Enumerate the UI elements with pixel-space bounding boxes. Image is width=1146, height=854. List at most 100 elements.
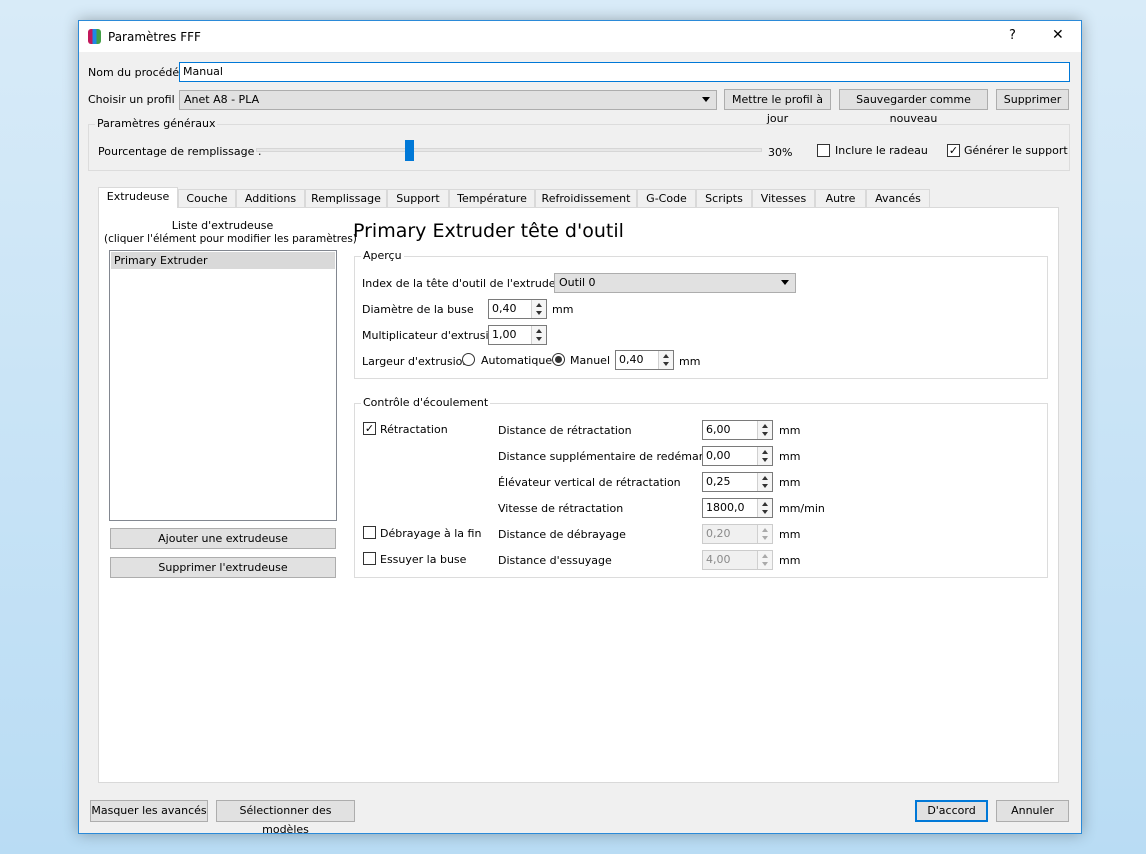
flow-row-spinbox[interactable]: 0,20 xyxy=(702,524,773,544)
flow-row-spinbox[interactable]: 6,00 xyxy=(702,420,773,440)
nozzle-unit: mm xyxy=(552,303,574,316)
cancel-button[interactable]: Annuler xyxy=(996,800,1069,822)
flow-row-spinbox[interactable]: 0,25 xyxy=(702,472,773,492)
spin-arrows-icon[interactable] xyxy=(757,525,772,543)
manual-label: Manuel xyxy=(570,354,610,367)
select-models-button[interactable]: Sélectionner des modèles xyxy=(216,800,355,836)
infill-slider-handle[interactable] xyxy=(405,140,414,161)
title-bar: Paramètres FFF ? ✕ xyxy=(79,21,1081,52)
process-name-label: Nom du procédé : xyxy=(88,66,187,79)
spin-arrows-icon[interactable] xyxy=(658,351,673,369)
infill-value: 30% xyxy=(768,146,793,159)
retraction-checkbox[interactable]: ✓ xyxy=(363,422,376,435)
tab-avances[interactable]: Avancés xyxy=(866,189,930,208)
flow-control-group: Contrôle d'écoulement xyxy=(354,396,1048,578)
flow-row-spinbox[interactable]: 4,00 xyxy=(702,550,773,570)
extruder-list-hint: (cliquer l'élément pour modifier les par… xyxy=(104,233,357,245)
infill-label: Pourcentage de remplissage : xyxy=(98,145,262,158)
auto-radio[interactable] xyxy=(462,353,475,366)
wipe-checkbox[interactable] xyxy=(363,552,376,565)
close-icon[interactable]: ✕ xyxy=(1052,27,1064,43)
flow-row-value: 0,25 xyxy=(706,475,731,488)
nozzle-spinbox[interactable]: 0,40 xyxy=(488,299,547,319)
chevron-down-icon xyxy=(702,97,710,102)
multiplier-value: 1,00 xyxy=(492,328,517,341)
spin-arrows-icon[interactable] xyxy=(757,473,772,491)
tab-extrudeuse[interactable]: Extrudeuse xyxy=(98,187,178,208)
remove-extruder-button[interactable]: Supprimer l'extrudeuse xyxy=(110,557,336,578)
multiplier-label: Multiplicateur d'extrusion xyxy=(362,329,503,342)
spin-arrows-icon[interactable] xyxy=(531,326,546,344)
flow-row-value: 4,00 xyxy=(706,553,731,566)
tab-support[interactable]: Support xyxy=(387,189,449,208)
list-item[interactable]: Primary Extruder xyxy=(111,252,335,269)
extruder-list-header: Liste d'extrudeuse xyxy=(171,219,274,232)
flow-row-label: Vitesse de rétractation xyxy=(498,502,624,515)
flow-row-label: Distance de rétractation xyxy=(498,424,632,437)
process-name-input[interactable]: Manual xyxy=(179,62,1070,82)
flow-row-spinbox[interactable]: 1800,0 xyxy=(702,498,773,518)
manual-radio[interactable] xyxy=(552,353,565,366)
chevron-down-icon xyxy=(781,280,789,285)
spin-arrows-icon[interactable] xyxy=(757,551,772,569)
width-value: 0,40 xyxy=(619,353,644,366)
tab-additions[interactable]: Additions xyxy=(236,189,305,208)
flow-row-label: Élévateur vertical de rétractation xyxy=(498,476,681,489)
general-settings-title: Paramètres généraux xyxy=(95,117,218,130)
tab-vitesses[interactable]: Vitesses xyxy=(752,189,815,208)
nozzle-label: Diamètre de la buse xyxy=(362,303,474,316)
width-spinbox[interactable]: 0,40 xyxy=(615,350,674,370)
toolhead-label: Index de la tête d'outil de l'extrudeuse xyxy=(362,277,576,290)
tab-temperature[interactable]: Température xyxy=(449,189,535,208)
flow-row-unit: mm xyxy=(779,450,801,463)
infill-slider[interactable] xyxy=(256,148,762,152)
ok-button[interactable]: D'accord xyxy=(915,800,988,822)
flow-row-unit: mm xyxy=(779,424,801,437)
extruder-list[interactable]: Primary Extruder xyxy=(109,250,337,521)
coast-label: Débrayage à la fin xyxy=(380,527,482,540)
tab-couche[interactable]: Couche xyxy=(178,189,236,208)
flow-row-value: 1800,0 xyxy=(706,501,745,514)
flow-row-label: Distance d'essuyage xyxy=(498,554,612,567)
spin-arrows-icon[interactable] xyxy=(757,499,772,517)
flow-row-label: Distance supplémentaire de redémarrage xyxy=(498,450,729,463)
profile-label: Choisir un profil : xyxy=(88,93,182,106)
spin-arrows-icon[interactable] xyxy=(757,421,772,439)
save-as-new-button[interactable]: Sauvegarder comme nouveau xyxy=(839,89,988,125)
flow-row-value: 0,20 xyxy=(706,527,731,540)
app-icon xyxy=(88,29,101,44)
tab-gcode[interactable]: G-Code xyxy=(637,189,696,208)
flow-row-unit: mm/min xyxy=(779,502,825,515)
tab-autre[interactable]: Autre xyxy=(815,189,866,208)
help-button[interactable]: ? xyxy=(1009,28,1016,43)
retraction-label: Rétractation xyxy=(380,423,448,436)
flow-row-spinbox[interactable]: 0,00 xyxy=(702,446,773,466)
spin-arrows-icon[interactable] xyxy=(757,447,772,465)
flow-control-title: Contrôle d'écoulement xyxy=(361,396,491,409)
delete-profile-button[interactable]: Supprimer xyxy=(996,89,1069,110)
flow-row-value: 6,00 xyxy=(706,423,731,436)
profile-value: Anet A8 - PLA xyxy=(184,93,260,106)
tab-refroidissement[interactable]: Refroidissement xyxy=(535,189,637,208)
width-unit: mm xyxy=(679,355,701,368)
support-checkbox[interactable]: ✓ xyxy=(947,144,960,157)
tab-scripts[interactable]: Scripts xyxy=(696,189,752,208)
flow-row-unit: mm xyxy=(779,528,801,541)
width-label: Largeur d'extrusion xyxy=(362,355,470,368)
spin-arrows-icon[interactable] xyxy=(531,300,546,318)
tab-remplissage[interactable]: Remplissage xyxy=(305,189,387,208)
multiplier-spinbox[interactable]: 1,00 xyxy=(488,325,547,345)
raft-checkbox[interactable] xyxy=(817,144,830,157)
flow-row-unit: mm xyxy=(779,476,801,489)
wipe-label: Essuyer la buse xyxy=(380,553,467,566)
update-profile-button[interactable]: Mettre le profil à jour xyxy=(724,89,831,125)
nozzle-value: 0,40 xyxy=(492,302,517,315)
toolhead-select[interactable]: Outil 0 xyxy=(554,273,796,293)
flow-row-value: 0,00 xyxy=(706,449,731,462)
overview-title: Aperçu xyxy=(361,249,404,262)
coast-checkbox[interactable] xyxy=(363,526,376,539)
hide-advanced-button[interactable]: Masquer les avancés xyxy=(90,800,208,822)
add-extruder-button[interactable]: Ajouter une extrudeuse xyxy=(110,528,336,549)
auto-label: Automatique xyxy=(481,354,553,367)
profile-select[interactable]: Anet A8 - PLA xyxy=(179,90,717,110)
